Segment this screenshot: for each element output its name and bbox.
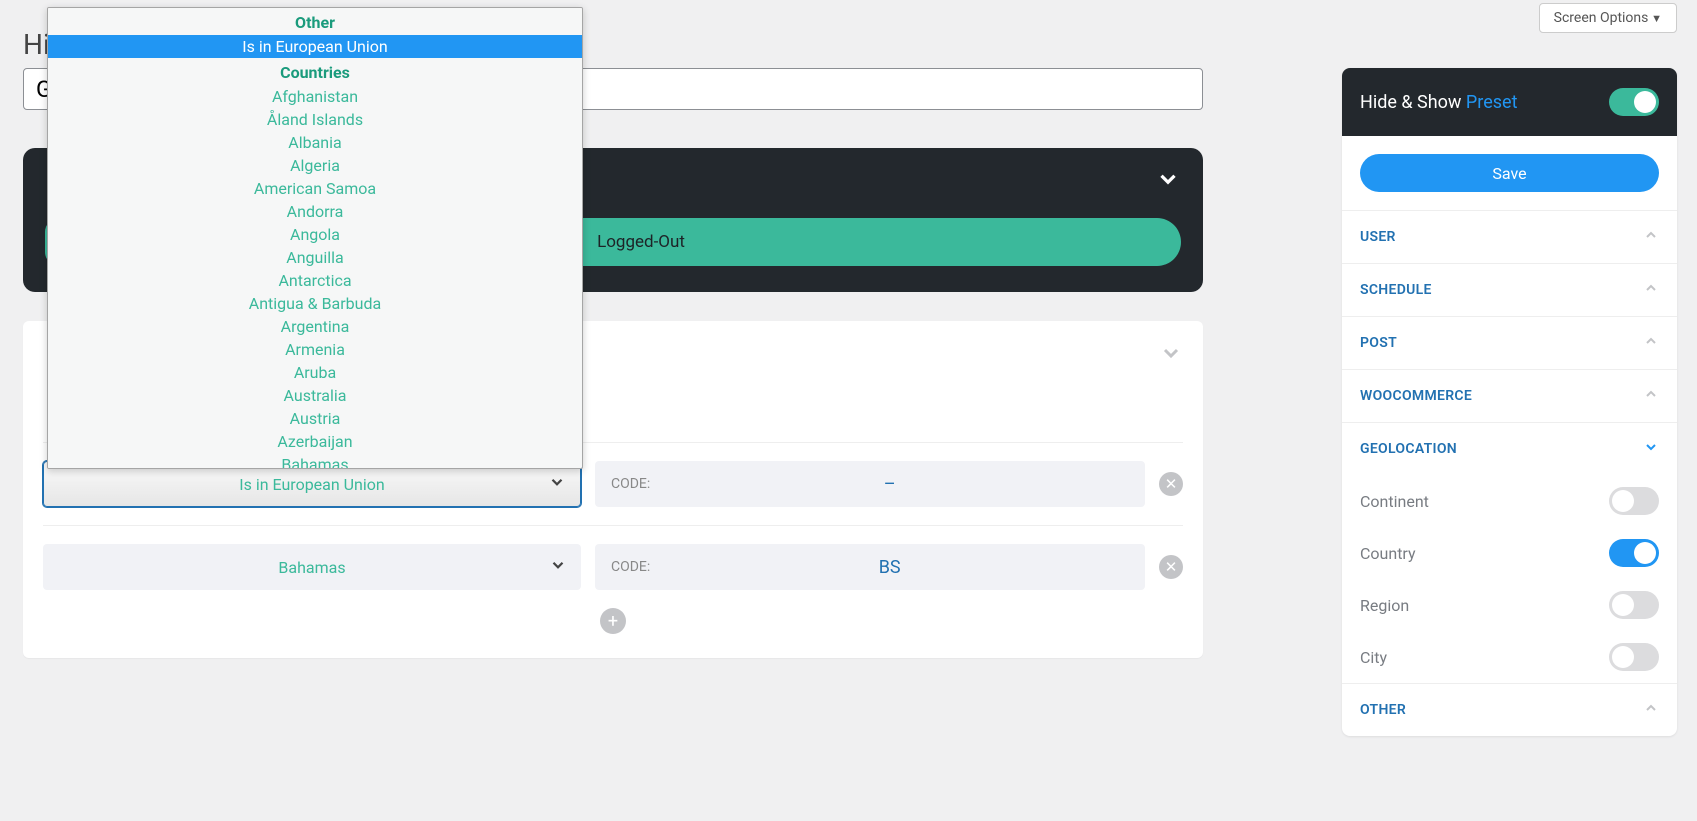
section-other[interactable]: OTHER	[1342, 683, 1677, 736]
dropdown-item[interactable]: Armenia	[48, 338, 582, 361]
code-label: CODE:	[611, 559, 650, 575]
geo-city: City	[1342, 631, 1677, 683]
region-toggle[interactable]	[1609, 591, 1659, 619]
add-button[interactable]: +	[600, 608, 626, 634]
dropdown-item[interactable]: Bahamas	[48, 453, 582, 469]
dropdown-item[interactable]: Argentina	[48, 315, 582, 338]
section-label: GEOLOCATION	[1360, 441, 1457, 457]
code-label: CODE:	[611, 476, 650, 492]
section-label: POST	[1360, 335, 1397, 351]
screen-options-button[interactable]: Screen Options	[1539, 3, 1677, 33]
dropdown-item[interactable]: American Samoa	[48, 177, 582, 200]
section-schedule[interactable]: SCHEDULE	[1342, 263, 1677, 316]
dropdown-item[interactable]: Albania	[48, 131, 582, 154]
code-value: –	[650, 474, 1129, 495]
sub-label: Continent	[1360, 492, 1429, 511]
save-button[interactable]: Save	[1360, 154, 1659, 192]
chevron-down-icon	[549, 556, 567, 578]
dropdown-item[interactable]: Åland Islands	[48, 108, 582, 131]
continent-toggle[interactable]	[1609, 487, 1659, 515]
chevron-down-icon	[548, 473, 566, 495]
sidebar-title: Hide & Show	[1360, 92, 1466, 113]
country-dropdown[interactable]: Other Is in European Union Countries Afg…	[47, 7, 583, 469]
country-toggle[interactable]	[1609, 539, 1659, 567]
code-display: CODE: –	[595, 461, 1145, 507]
dropdown-item[interactable]: Aruba	[48, 361, 582, 384]
chevron-down-icon[interactable]	[1159, 341, 1183, 371]
dropdown-item[interactable]: Andorra	[48, 200, 582, 223]
rule-row: Bahamas CODE: BS ✕	[43, 544, 1183, 590]
section-label: USER	[1360, 229, 1396, 245]
select-value: Bahamas	[278, 558, 345, 577]
sidebar-subtitle: Preset	[1466, 92, 1518, 113]
remove-button[interactable]: ✕	[1159, 555, 1183, 579]
dropdown-group: Other	[48, 8, 582, 35]
select-value: Is in European Union	[239, 475, 384, 494]
dropdown-item[interactable]: Angola	[48, 223, 582, 246]
settings-sidebar: Hide & Show Preset Save USER SCHEDULE PO…	[1342, 68, 1677, 736]
dropdown-item[interactable]: Anguilla	[48, 246, 582, 269]
dropdown-item[interactable]: Is in European Union	[48, 35, 582, 58]
chevron-up-icon	[1643, 700, 1659, 720]
dropdown-item[interactable]: Azerbaijan	[48, 430, 582, 453]
sub-label: Country	[1360, 544, 1416, 563]
sub-label: City	[1360, 648, 1387, 667]
section-label: WOOCOMMERCE	[1360, 388, 1472, 404]
chevron-up-icon	[1643, 227, 1659, 247]
geo-country: Country	[1342, 527, 1677, 579]
country-select[interactable]: Bahamas	[43, 544, 581, 590]
section-label: OTHER	[1360, 702, 1406, 718]
dropdown-item[interactable]: Algeria	[48, 154, 582, 177]
section-woocommerce[interactable]: WOOCOMMERCE	[1342, 369, 1677, 422]
dropdown-item[interactable]: Antigua & Barbuda	[48, 292, 582, 315]
chevron-down-icon[interactable]	[1155, 166, 1181, 199]
geo-continent: Continent	[1342, 475, 1677, 527]
city-toggle[interactable]	[1609, 643, 1659, 671]
section-user[interactable]: USER	[1342, 210, 1677, 263]
dropdown-item[interactable]: Australia	[48, 384, 582, 407]
code-value: BS	[650, 557, 1129, 578]
sidebar-header: Hide & Show Preset	[1342, 68, 1677, 136]
geo-region: Region	[1342, 579, 1677, 631]
code-display: CODE: BS	[595, 544, 1145, 590]
master-toggle[interactable]	[1609, 88, 1659, 116]
chevron-down-icon	[1643, 439, 1659, 459]
remove-button[interactable]: ✕	[1159, 472, 1183, 496]
sub-label: Region	[1360, 596, 1409, 615]
dropdown-item[interactable]: Antarctica	[48, 269, 582, 292]
dropdown-item[interactable]: Austria	[48, 407, 582, 430]
page-title-partial: Hi	[23, 28, 50, 61]
dropdown-item[interactable]: Afghanistan	[48, 85, 582, 108]
chevron-up-icon	[1643, 333, 1659, 353]
chevron-up-icon	[1643, 280, 1659, 300]
section-geolocation[interactable]: GEOLOCATION	[1342, 422, 1677, 475]
section-label: SCHEDULE	[1360, 282, 1432, 298]
chevron-up-icon	[1643, 386, 1659, 406]
dropdown-group: Countries	[48, 58, 582, 85]
section-post[interactable]: POST	[1342, 316, 1677, 369]
